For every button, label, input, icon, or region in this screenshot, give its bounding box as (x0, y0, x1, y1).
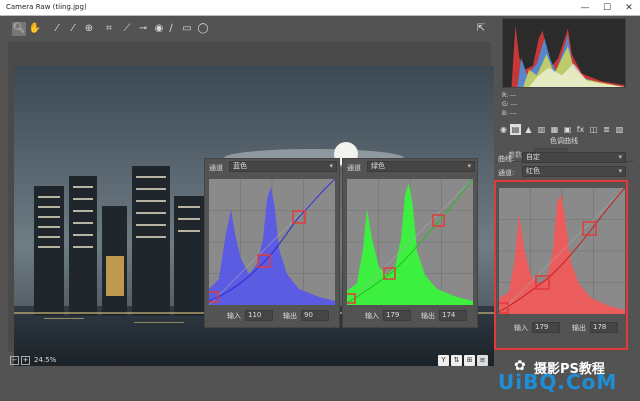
g-value: --- (510, 101, 518, 108)
r-value: --- (509, 92, 517, 99)
menu-icon[interactable]: ≡ (477, 355, 488, 366)
output-label: 输出 (421, 312, 435, 320)
watermark: ✿ 摄影PS教程 UiBQ.CoM (498, 356, 636, 396)
spot-removal-icon[interactable]: ⊸ (136, 22, 150, 36)
hsl-icon[interactable]: ▥ (536, 124, 547, 135)
presets-icon[interactable]: ≣ (601, 124, 612, 135)
r-label: R: (502, 92, 509, 99)
channel-label: 通道 (347, 164, 361, 172)
zoom-icon[interactable]: 🔍︎ (12, 22, 26, 36)
b-value: --- (510, 110, 517, 117)
maximize-button[interactable]: ☐ (596, 0, 618, 16)
channel-label: 通道 (209, 164, 223, 172)
chevron-down-icon: ▾ (618, 167, 622, 175)
red-curve-highlight: 输入 179 输出 178 (494, 180, 628, 350)
graduated-filter-icon[interactable]: ▭ (180, 22, 194, 36)
tone-curve-icon[interactable]: ▤ (510, 124, 521, 135)
close-button[interactable]: ✕ (618, 0, 640, 16)
before-after-icon[interactable]: ⇅ (451, 355, 462, 366)
histogram (502, 18, 626, 88)
minimize-button[interactable]: — (574, 0, 596, 16)
split-toning-icon[interactable]: ▦ (549, 124, 560, 135)
swap-icon[interactable]: ⊞ (464, 355, 475, 366)
red-input-output: 输入 179 输出 178 (500, 322, 626, 334)
channel-value: 绿色 (371, 162, 385, 170)
adjustment-brush-icon[interactable]: ∕ (164, 22, 178, 36)
title-bar: Camera Raw (tiing.jpg) — ☐ ✕ (0, 0, 640, 16)
color-sampler-icon[interactable]: ⁄ (66, 22, 80, 36)
effects-icon[interactable]: fx (575, 124, 586, 135)
blue-curve-graph[interactable] (209, 179, 335, 305)
input-field[interactable]: 110 (245, 310, 273, 321)
green-input-output: 输入 179 输出 174 (347, 310, 473, 322)
hand-icon[interactable]: ✋ (28, 22, 42, 36)
curve-preset-value: 自定 (526, 153, 540, 161)
green-curve-graph[interactable] (347, 179, 473, 305)
basic-panel-icon[interactable]: ◉ (498, 124, 509, 135)
view-mode-icon[interactable]: Y (438, 355, 449, 366)
snapshots-icon[interactable]: ▧ (614, 124, 625, 135)
toolbar: 🔍︎ ✋ ⁄ ⁄ ⊕ ⌗ ⟋ ⊸ ◉ ∕ ▭ ◯ ⇱ (8, 20, 488, 40)
curve-preset-select[interactable]: 自定 ▾ (522, 152, 626, 163)
output-label: 输出 (572, 324, 586, 332)
window-title: Camera Raw (tiing.jpg) (6, 3, 87, 11)
input-field[interactable]: 179 (383, 310, 411, 321)
curve-label: 曲线: (498, 155, 515, 163)
image-canvas[interactable]: 通道 蓝色 ▾ 输入 110 输出 90 通道 绿色 ▾ 输入 179 输出 1… (8, 42, 494, 366)
output-field[interactable]: 174 (439, 310, 467, 321)
white-balance-icon[interactable]: ⁄ (50, 22, 64, 36)
channel-select-red[interactable]: 红色 ▾ (522, 166, 626, 177)
lens-icon[interactable]: ▣ (562, 124, 573, 135)
camera-calibration-icon[interactable]: ◫ (588, 124, 599, 135)
output-field[interactable]: 178 (590, 322, 618, 333)
output-label: 输出 (283, 312, 297, 320)
input-label: 输入 (365, 312, 379, 320)
chevron-down-icon: ▾ (467, 162, 471, 170)
detail-icon[interactable]: ▲ (523, 124, 534, 135)
input-label: 输入 (227, 312, 241, 320)
panel-tabs: ◉ ▤ ▲ ▥ ▦ ▣ fx ◫ ≣ ▧ (496, 124, 632, 136)
radial-filter-icon[interactable]: ◯ (196, 22, 210, 36)
blue-curve-panel: 通道 蓝色 ▾ 输入 110 输出 90 (204, 158, 340, 328)
zoom-in-button[interactable]: + (21, 356, 30, 365)
input-field[interactable]: 179 (532, 322, 560, 333)
channel-select-green[interactable]: 绿色 ▾ (367, 161, 475, 172)
channel-select-blue[interactable]: 蓝色 ▾ (229, 161, 337, 172)
green-curve-panel: 通道 绿色 ▾ 输入 179 输出 174 (342, 158, 478, 328)
rgb-readout: R: --- G: --- B: --- (502, 92, 626, 122)
g-label: G: (502, 101, 509, 108)
chevron-down-icon: ▾ (618, 153, 622, 161)
status-bar: − + 24.5% Y ⇅ ⊞ ≡ (8, 354, 491, 368)
right-panel: R: --- G: --- B: --- ◉ ▤ ▲ ▥ ▦ ▣ fx ◫ ≣ … (494, 18, 634, 401)
chevron-down-icon: ▾ (329, 162, 333, 170)
channel-label: 通道: (498, 169, 515, 177)
zoom-level[interactable]: 24.5% (34, 356, 56, 364)
straighten-icon[interactable]: ⟋ (120, 22, 134, 36)
channel-row: 通道: 红色 ▾ (496, 166, 630, 178)
input-label: 输入 (514, 324, 528, 332)
red-curve-graph[interactable] (499, 188, 625, 314)
channel-value: 蓝色 (233, 162, 247, 170)
crop-icon[interactable]: ⌗ (102, 22, 116, 36)
blue-input-output: 输入 110 输出 90 (209, 310, 335, 322)
preferences-icon[interactable]: ⇱ (474, 22, 488, 36)
curve-preset-row: 曲线: 自定 ▾ (496, 152, 630, 164)
b-label: B: (502, 110, 509, 117)
targeted-adjust-icon[interactable]: ⊕ (82, 22, 96, 36)
channel-value: 红色 (526, 167, 540, 175)
output-field[interactable]: 90 (301, 310, 329, 321)
zoom-out-button[interactable]: − (10, 356, 19, 365)
watermark-site: UiBQ.CoM (498, 370, 618, 394)
panel-title: 色调曲线 (550, 137, 578, 145)
